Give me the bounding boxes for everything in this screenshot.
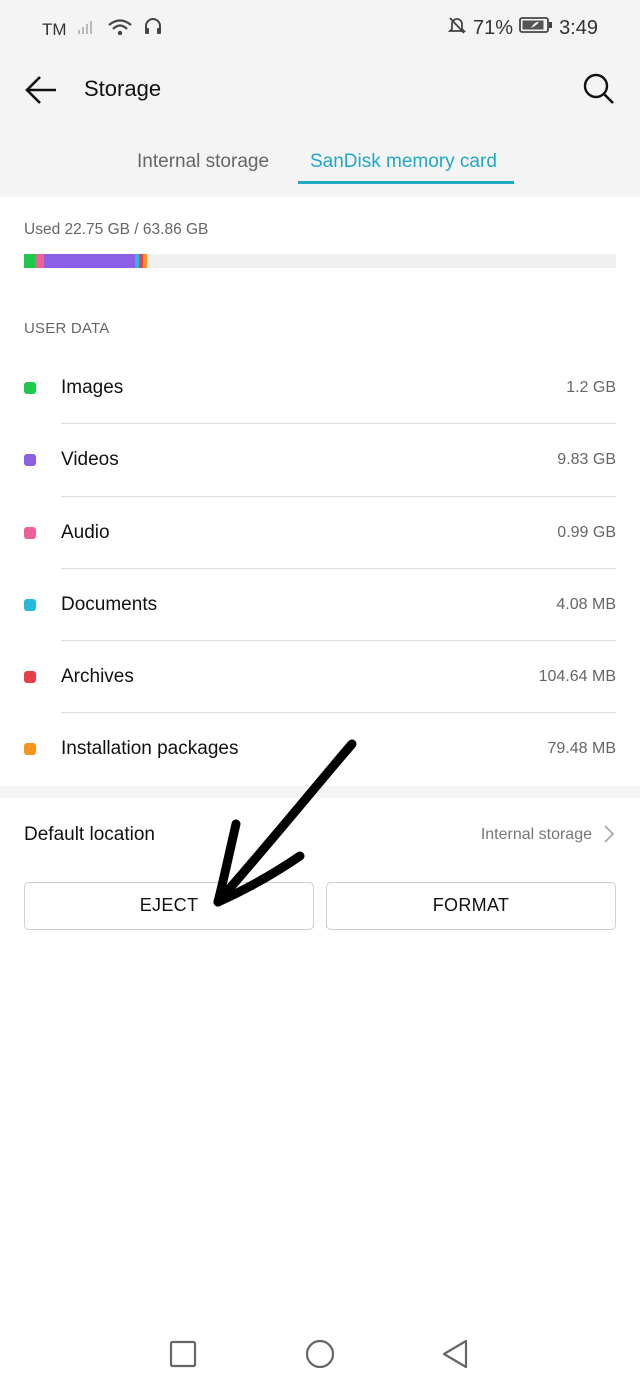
back-arrow-icon[interactable] (22, 72, 60, 108)
status-right: 71% 3:49 (447, 15, 598, 41)
headset-icon (143, 17, 163, 42)
list-item-label: Videos (61, 449, 119, 471)
storage-tabs: Internal storage SanDisk memory card (0, 140, 640, 186)
search-icon[interactable] (582, 72, 616, 106)
color-dot (24, 454, 36, 467)
list-item-label: Installation packages (61, 738, 239, 760)
battery-icon (519, 16, 553, 40)
list-item-documents[interactable]: Documents 4.08 MB (0, 569, 640, 642)
list-item-label: Archives (61, 666, 134, 688)
list-item-archives[interactable]: Archives 104.64 MB (0, 641, 640, 714)
wifi-icon (107, 18, 133, 41)
default-location-label: Default location (24, 824, 155, 845)
list-item-videos[interactable]: Videos 9.83 GB (0, 424, 640, 497)
list-item-label: Images (61, 377, 124, 398)
default-location-row[interactable]: Default location Internal storage (0, 798, 640, 870)
usage-segment-audio (35, 254, 45, 268)
battery-percent: 71% (473, 16, 514, 39)
clock: 3:49 (559, 16, 598, 39)
list-item-images[interactable]: Images 1.2 GB (0, 352, 640, 425)
eject-button[interactable]: EJECT (24, 882, 314, 930)
usage-bar (24, 254, 616, 268)
color-dot (24, 671, 36, 684)
section-separator (0, 786, 640, 798)
signal-icon (77, 19, 97, 40)
color-dot (24, 598, 36, 611)
list-item-label: Documents (61, 593, 158, 615)
user-data-list: Images 1.2 GB Videos 9.83 GB Audio 0.99 … (0, 352, 640, 786)
page-title: Storage (84, 76, 162, 101)
list-item-value: 79.48 MB (547, 740, 616, 758)
user-data-header: USER DATA (24, 320, 110, 337)
list-item-value: 9.83 GB (557, 451, 616, 469)
usage-segment-videos (44, 254, 136, 268)
list-item-value: 0.99 GB (557, 523, 616, 541)
default-location-value: Internal storage (480, 826, 592, 843)
list-item-installation-packages[interactable]: Installation packages 79.48 MB (0, 713, 640, 785)
home-icon[interactable] (298, 1332, 342, 1376)
used-storage-text: Used 22.75 GB / 63.86 GB (24, 221, 209, 238)
chevron-right-icon (602, 822, 616, 846)
color-dot (24, 743, 36, 756)
color-dot (24, 526, 36, 539)
toolbar: Storage (0, 54, 640, 126)
back-icon[interactable] (434, 1332, 478, 1376)
format-button[interactable]: FORMAT (326, 882, 616, 930)
list-item-value: 4.08 MB (556, 595, 616, 613)
list-item-value: 1.2 GB (566, 379, 616, 396)
status-left: TM (42, 17, 163, 42)
carrier-label: TM (42, 19, 67, 39)
mute-icon (447, 15, 467, 41)
color-dot (24, 382, 36, 394)
active-tab-indicator (298, 181, 514, 184)
list-item-value: 104.64 MB (538, 668, 616, 686)
tab-sandisk-memory-card[interactable]: SanDisk memory card (298, 140, 509, 184)
status-bar: TM 71% 3:49 (0, 0, 640, 54)
recent-apps-icon[interactable] (161, 1332, 205, 1376)
list-item-label: Audio (61, 521, 110, 543)
list-item-audio[interactable]: Audio 0.99 GB (0, 497, 640, 569)
usage-segment-installation-packages (143, 254, 148, 268)
navigation-bar (0, 1318, 640, 1387)
usage-segment-images (24, 254, 36, 268)
tab-internal-storage[interactable]: Internal storage (137, 140, 269, 184)
